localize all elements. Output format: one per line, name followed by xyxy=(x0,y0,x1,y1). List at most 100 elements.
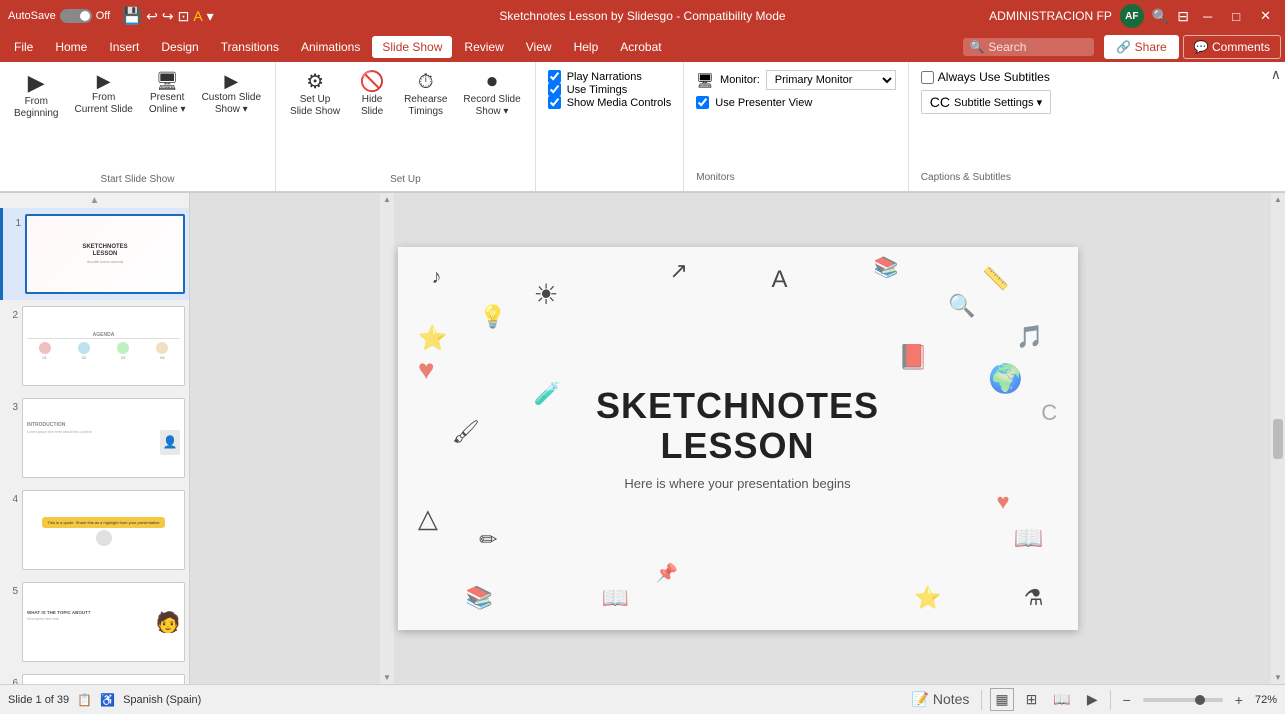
layout-icon[interactable]: ⊡ xyxy=(178,8,190,25)
menu-animations[interactable]: Animations xyxy=(291,36,370,58)
scroll-right-up[interactable]: ▲ xyxy=(1274,195,1282,204)
menu-acrobat[interactable]: Acrobat xyxy=(610,36,671,58)
record-button[interactable]: ⏺ Record SlideShow ▾ xyxy=(457,68,526,122)
undo-icon[interactable]: ↩ xyxy=(146,8,158,25)
slide-thumbnail-5[interactable]: 5 WHAT IS THE TOPIC ABOUT? Description t… xyxy=(0,576,189,668)
ribbon-group-setup: ⚙ Set UpSlide Show 🚫 HideSlide ⏱ Rehears… xyxy=(276,62,536,191)
slide-number-1: 1 xyxy=(7,218,21,229)
play-narrations-checkbox[interactable] xyxy=(548,70,561,83)
reading-view-button[interactable]: 📖 xyxy=(1049,689,1074,710)
setup-group-label: Set Up xyxy=(390,170,421,185)
slide-thumbnail-1[interactable]: 1 SKETCHNOTESLESSON doodle icons around xyxy=(0,208,189,300)
zoom-slider[interactable] xyxy=(1143,698,1223,702)
monitor-select[interactable]: Primary Monitor Monitor 1 Monitor 2 xyxy=(766,70,896,90)
menu-help[interactable]: Help xyxy=(564,36,609,58)
use-timings-checkbox[interactable] xyxy=(548,83,561,96)
slide-thumbnail-4[interactable]: 4 This is a quote. Share this as a highl… xyxy=(0,484,189,576)
normal-view-button[interactable]: ▦ xyxy=(990,688,1013,711)
show-media-checkbox[interactable] xyxy=(548,96,561,109)
quick-access-dropdown[interactable]: ▾ xyxy=(207,8,214,25)
scroll-left-up[interactable]: ▲ xyxy=(383,195,391,204)
custom-show-button[interactable]: ▶ Custom SlideShow ▾ xyxy=(196,68,267,120)
start-group-content: ▶ FromBeginning ▶ FromCurrent Slide 🖥 Pr… xyxy=(8,68,267,170)
presenter-view-checkbox[interactable] xyxy=(696,96,709,109)
always-subtitles-check[interactable]: Always Use Subtitles xyxy=(921,70,1051,84)
zoom-in-button[interactable]: + xyxy=(1231,690,1247,710)
scroll-right-down[interactable]: ▼ xyxy=(1274,673,1282,682)
menu-transitions[interactable]: Transitions xyxy=(211,36,289,58)
autosave-section: AutoSave Off xyxy=(8,9,110,23)
present-online-button[interactable]: 🖥 PresentOnline ▾ xyxy=(143,68,192,120)
comments-button[interactable]: 💬 Comments xyxy=(1183,35,1281,59)
menu-view[interactable]: View xyxy=(516,36,562,58)
always-subtitles-checkbox[interactable] xyxy=(921,71,934,84)
subtitle-settings-button[interactable]: CC Subtitle Settings ▾ xyxy=(921,90,1051,114)
zoom-thumb xyxy=(1195,695,1205,705)
minimize-button[interactable]: ─ xyxy=(1197,7,1218,26)
notes-button[interactable]: 📝 Notes xyxy=(908,689,974,710)
from-beginning-button[interactable]: ▶ FromBeginning xyxy=(8,68,64,124)
zoom-out-button[interactable]: − xyxy=(1119,690,1135,710)
app-name: ADMINISTRACION FP xyxy=(989,9,1112,23)
window-title: Sketchnotes Lesson by Slidesgo - Compati… xyxy=(499,9,785,23)
autosave-dot xyxy=(80,11,90,21)
scroll-thumb[interactable] xyxy=(1273,419,1283,459)
close-button[interactable]: ✕ xyxy=(1254,6,1277,26)
layout-icon2[interactable]: ⊟ xyxy=(1177,8,1189,25)
accessibility-icon[interactable]: ♿ xyxy=(100,693,115,707)
search-input[interactable] xyxy=(988,40,1088,54)
slide-thumbnail-2[interactable]: 2 AGENDA 01 02 03 04 xyxy=(0,300,189,392)
slide-3-content: INTRODUCTION Lorem ipsum text here about… xyxy=(23,399,184,477)
menu-file[interactable]: File xyxy=(4,36,43,58)
slide-subtitle: Here is where your presentation begins xyxy=(624,476,850,491)
use-timings-text: Use Timings xyxy=(567,84,628,96)
presenter-view-check[interactable]: Use Presenter View xyxy=(696,96,896,109)
slide-number-4: 4 xyxy=(4,494,18,505)
rehearse-button[interactable]: ⏱ RehearseTimings xyxy=(398,68,453,122)
hide-slide-button[interactable]: 🚫 HideSlide xyxy=(350,68,394,122)
doodle-flask: ⚗ xyxy=(1024,585,1044,611)
record-icon: ⏺ xyxy=(487,72,497,92)
setup-show-button[interactable]: ⚙ Set UpSlide Show xyxy=(284,68,346,122)
menu-design[interactable]: Design xyxy=(151,36,208,58)
scroll-left-down[interactable]: ▼ xyxy=(383,673,391,682)
present-view-button[interactable]: ▶ xyxy=(1083,689,1102,710)
play-narrations-check[interactable]: Play Narrations xyxy=(548,70,672,83)
slide-title: SKETCHNOTES LESSON xyxy=(596,386,879,465)
menu-insert[interactable]: Insert xyxy=(99,36,149,58)
ribbon-collapse-button[interactable]: ∧ xyxy=(1267,62,1285,191)
search-ribbon-icon[interactable]: 🔍 xyxy=(1152,8,1169,25)
doodle-book: 📚 xyxy=(874,255,899,280)
scroll-up[interactable]: ▲ xyxy=(0,193,189,208)
share-button[interactable]: 🔗 Share xyxy=(1104,35,1178,59)
menu-home[interactable]: Home xyxy=(45,36,97,58)
text-format-icon[interactable]: A xyxy=(193,8,202,24)
subtitle-icon: CC xyxy=(930,94,950,110)
autosave-toggle[interactable] xyxy=(60,9,92,23)
title-bar-right: ADMINISTRACION FP AF 🔍 ⊟ ─ □ ✕ xyxy=(989,4,1277,28)
menu-slideshow[interactable]: Slide Show xyxy=(372,36,452,58)
slide-sorter-button[interactable]: ⊞ xyxy=(1022,689,1042,710)
doodle-letter-a: A xyxy=(772,266,788,294)
show-media-check[interactable]: Show Media Controls xyxy=(548,96,672,109)
settings-icon: ⚙ xyxy=(306,72,324,92)
doodle-pin: 📌 xyxy=(656,563,678,584)
play-current-icon: ▶ xyxy=(97,72,111,90)
doodle-book-right: 📖 xyxy=(1014,524,1044,553)
search-box[interactable]: 🔍 xyxy=(963,38,1094,56)
save-icon[interactable]: 💾 xyxy=(122,6,142,26)
slide-2-content: AGENDA 01 02 03 04 xyxy=(23,307,184,385)
slide-thumbnail-6[interactable]: 6 📚 Title Content here xyxy=(0,668,189,684)
slide-number-6: 6 xyxy=(4,678,18,684)
from-current-button[interactable]: ▶ FromCurrent Slide xyxy=(68,68,138,120)
restore-button[interactable]: □ xyxy=(1226,7,1246,26)
ribbon: ▶ FromBeginning ▶ FromCurrent Slide 🖥 Pr… xyxy=(0,62,1285,192)
presenter-view-text: Use Presenter View xyxy=(715,97,812,109)
slide-thumbnail-3[interactable]: 3 INTRODUCTION Lorem ipsum text here abo… xyxy=(0,392,189,484)
doodle-star-bottom: ⭐ xyxy=(914,585,941,611)
menu-review[interactable]: Review xyxy=(454,36,513,58)
use-timings-check[interactable]: Use Timings xyxy=(548,83,672,96)
redo-icon[interactable]: ↪ xyxy=(162,8,174,25)
setup-group-content: ⚙ Set UpSlide Show 🚫 HideSlide ⏱ Rehears… xyxy=(284,68,527,170)
chevron-up-icon[interactable]: ∧ xyxy=(1271,66,1281,83)
